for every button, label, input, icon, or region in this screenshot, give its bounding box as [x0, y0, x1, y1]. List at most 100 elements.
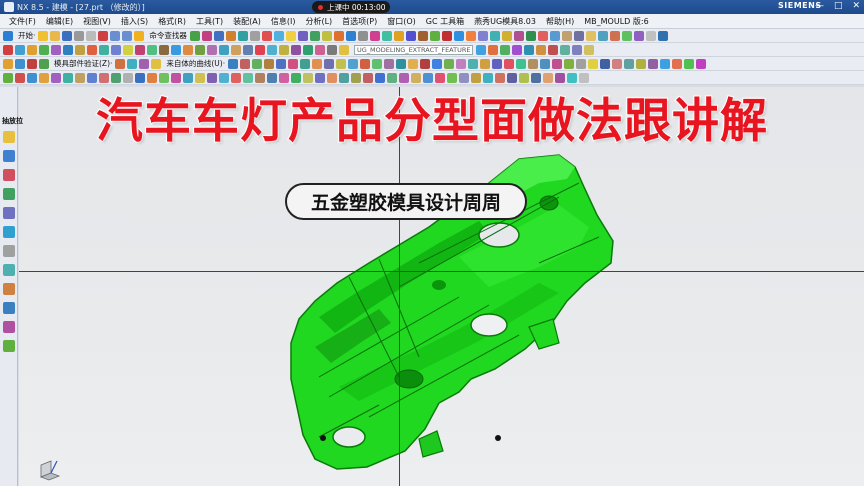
extract-icon[interactable] — [549, 30, 560, 41]
project-curve-icon[interactable] — [139, 58, 150, 69]
clearance-icon[interactable] — [584, 44, 595, 55]
delete-icon[interactable] — [98, 30, 109, 41]
hole-icon[interactable] — [453, 30, 464, 41]
trim-mold-icon[interactable] — [624, 58, 635, 69]
blend-icon[interactable] — [465, 30, 476, 41]
revolve-icon[interactable] — [441, 30, 452, 41]
move-face-icon[interactable] — [267, 44, 277, 55]
mold-base-icon[interactable] — [552, 58, 563, 69]
plane-icon[interactable] — [657, 30, 668, 41]
line-icon[interactable] — [609, 30, 620, 41]
trim-icon[interactable] — [489, 30, 500, 41]
constraint-icon[interactable] — [548, 44, 559, 55]
sew-icon[interactable] — [513, 30, 524, 41]
studio-surface-icon[interactable] — [288, 58, 299, 69]
pocket-icon[interactable] — [99, 44, 109, 55]
mirror-icon[interactable] — [561, 30, 572, 41]
start-icon[interactable] — [3, 30, 13, 41]
undo-icon[interactable] — [110, 30, 121, 41]
pad-icon[interactable] — [111, 44, 121, 55]
feature-name-field[interactable]: UG_MODELING_EXTRACT_FEATURE — [354, 44, 474, 55]
mesh-surface-icon[interactable] — [252, 58, 263, 69]
block-icon[interactable] — [39, 44, 49, 55]
lifter-icon[interactable] — [480, 58, 491, 69]
arc-icon[interactable] — [621, 30, 632, 41]
curve-icon[interactable] — [115, 58, 126, 69]
menu-window[interactable]: 窗口(O) — [382, 16, 421, 27]
rotate-icon[interactable] — [201, 30, 212, 41]
intersect-icon[interactable] — [27, 44, 37, 55]
gate-icon[interactable] — [528, 58, 539, 69]
menu-analysis[interactable]: 分析(L) — [300, 16, 337, 27]
chamfer-icon[interactable] — [477, 30, 488, 41]
offset-region-icon[interactable] — [303, 44, 313, 55]
wave-icon[interactable] — [500, 44, 511, 55]
bridge-curve-icon[interactable] — [151, 58, 162, 69]
redo-icon[interactable] — [122, 30, 133, 41]
shaded-icon[interactable] — [237, 30, 248, 41]
join-face-icon[interactable] — [384, 58, 395, 69]
slot-icon[interactable] — [123, 44, 133, 55]
copy-icon[interactable] — [86, 30, 97, 41]
slider-icon[interactable] — [468, 58, 479, 69]
n-sided-icon[interactable] — [276, 58, 287, 69]
insert-icon[interactable] — [492, 58, 503, 69]
edit-icon[interactable] — [405, 30, 416, 41]
datum-icon[interactable] — [585, 30, 596, 41]
cut-icon[interactable] — [74, 30, 85, 41]
menu-information[interactable]: 信息(I) — [266, 16, 301, 27]
silhouette-icon[interactable] — [456, 58, 467, 69]
replace-face-icon[interactable] — [243, 44, 253, 55]
menu-tools[interactable]: 工具(T) — [191, 16, 228, 27]
sketch-icon[interactable] — [597, 30, 608, 41]
constraint-navigator-tab-icon[interactable] — [3, 169, 15, 181]
history-tab-icon[interactable] — [3, 245, 15, 257]
search-icon[interactable] — [134, 30, 145, 41]
region-icon[interactable] — [444, 58, 455, 69]
rib-icon[interactable] — [147, 44, 157, 55]
surface-icon[interactable] — [417, 30, 428, 41]
parting-surface-icon[interactable] — [408, 58, 419, 69]
thicken-icon[interactable] — [183, 44, 193, 55]
process-studio-tab-icon[interactable] — [3, 302, 15, 314]
mold-check-icon[interactable] — [27, 58, 37, 69]
quadrant-snap-icon[interactable] — [51, 72, 61, 83]
mold-tools-icon[interactable] — [39, 58, 49, 69]
swept-icon[interactable] — [264, 58, 275, 69]
menu-yanxiu-mold[interactable]: 燕秀UG模具8.03 — [469, 16, 541, 27]
layer-icon[interactable] — [261, 30, 272, 41]
menu-mb-mould[interactable]: MB_MOULD 版:6 — [579, 16, 653, 27]
menu-help[interactable]: 帮助(H) — [541, 16, 579, 27]
synchronous-icon[interactable] — [315, 44, 325, 55]
through-curves-icon[interactable] — [240, 58, 251, 69]
open-file-icon[interactable] — [50, 30, 61, 41]
selection-icon[interactable] — [3, 72, 13, 83]
pattern-icon[interactable] — [573, 30, 584, 41]
parting-line-icon[interactable] — [396, 58, 407, 69]
system-scene-tab-icon[interactable] — [3, 264, 15, 276]
interpart-icon[interactable] — [512, 44, 523, 55]
maximize-button[interactable]: □ — [834, 1, 843, 11]
core-cavity-icon[interactable] — [420, 58, 431, 69]
standard-part-icon[interactable] — [564, 58, 575, 69]
web-browser-tab-icon[interactable] — [3, 226, 15, 238]
bom-icon[interactable] — [576, 58, 587, 69]
boss-icon[interactable] — [87, 44, 97, 55]
patch-icon[interactable] — [525, 30, 536, 41]
menu-edit[interactable]: 编辑(E) — [41, 16, 78, 27]
new-file-icon[interactable] — [38, 30, 49, 41]
unite-icon[interactable] — [3, 44, 13, 55]
delete-face-icon[interactable] — [255, 44, 265, 55]
section-icon[interactable] — [297, 30, 308, 41]
law-extension-icon[interactable] — [324, 58, 335, 69]
close-button[interactable]: ✕ — [852, 1, 860, 11]
color-icon[interactable] — [369, 30, 380, 41]
manufacturing-wizard-tab-icon[interactable] — [3, 321, 15, 333]
patch-surface-icon[interactable] — [432, 58, 443, 69]
trim-sheet-icon[interactable] — [348, 58, 359, 69]
menu-view[interactable]: 视图(V) — [78, 16, 116, 27]
untrim-icon[interactable] — [360, 58, 371, 69]
menu-insert[interactable]: 插入(S) — [116, 16, 153, 27]
menu-preferences[interactable]: 首选项(P) — [337, 16, 382, 27]
cooling-icon[interactable] — [516, 58, 527, 69]
